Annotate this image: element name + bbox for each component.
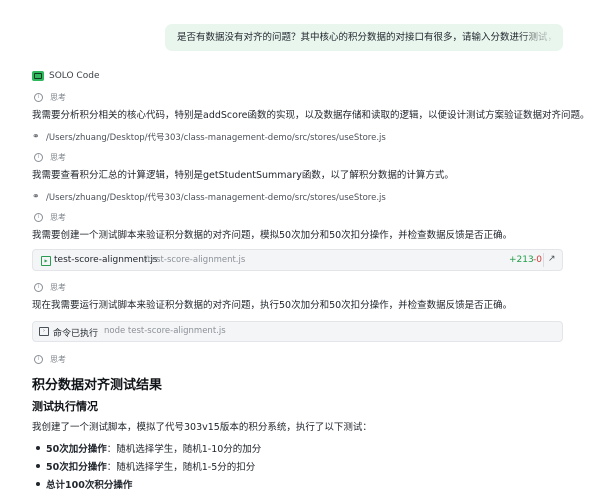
user-message-bubble: 是否有数据没有对齐的问题？其中核心的积分数据的对接口有很多，请输入分数进行测试，… [165, 24, 563, 51]
result-intro: 我创建了一个测试脚本，模拟了代号303v15版本的积分系统，执行了以下测试： [32, 422, 372, 433]
think-toggle-1[interactable]: i 思考 [34, 91, 66, 103]
diff-deletions: -0 [533, 255, 542, 265]
list-item: 50次加分操作：随机选择学生，随机1-10分的加分 [36, 441, 261, 455]
bullet-bold: 50次加分操作 [46, 444, 107, 455]
result-subtitle: 测试执行情况 [32, 400, 98, 413]
terminal-icon: › [39, 327, 49, 336]
link-icon: ⚭ [32, 191, 40, 202]
bullet-text: 50次扣分操作：随机选择学生，随机1-5分的扣分 [46, 459, 255, 473]
command-label: 命令已执行 [53, 329, 99, 339]
command-card[interactable]: › 命令已执行 node test-score-alignment.js [32, 321, 563, 342]
bullet-text: 总计100次积分操作 [46, 477, 132, 491]
bullet-text: 50次加分操作：随机选择学生，随机1-10分的加分 [46, 441, 261, 455]
think-label: 思考 [50, 212, 66, 222]
agent-name: SOLO Code [49, 71, 100, 81]
solo-logo-icon [32, 71, 44, 81]
lightbulb-icon: i [34, 152, 43, 162]
user-message-text: 是否有数据没有对齐的问题？其中核心的积分数据的对接口有很多，请输入分数进行测试，… [177, 32, 553, 43]
step-4-text: 现在我需要运行测试脚本来验证积分数据的对齐问题，执行50次加分和50次扣分操作，… [32, 300, 513, 311]
file-ref-path: /Users/zhuang/Desktop/代号303/class-manage… [46, 132, 386, 143]
file-code-icon: ▶ [41, 256, 51, 266]
card-divider [543, 253, 544, 267]
think-toggle-4[interactable]: i 思考 [34, 281, 66, 293]
file-ref-2[interactable]: ⚭ /Users/zhuang/Desktop/代号303/class-mana… [32, 190, 386, 203]
list-item: 50次扣分操作：随机选择学生，随机1-5分的扣分 [36, 459, 255, 473]
file-change-card[interactable]: ▶ test-score-alignment.js ./test-score-a… [32, 249, 563, 271]
list-item: 总计100次积分操作 [36, 477, 132, 491]
think-toggle-2[interactable]: i 思考 [34, 151, 66, 163]
think-toggle-5[interactable]: i 思考 [34, 353, 66, 365]
bullet-rest: ：随机选择学生，随机1-10分的加分 [106, 444, 262, 455]
bullet-dot [36, 464, 40, 468]
command-text: node test-score-alignment.js [104, 326, 226, 336]
think-label: 思考 [50, 282, 66, 292]
open-external-icon[interactable]: ↗ [548, 254, 556, 264]
think-toggle-3[interactable]: i 思考 [34, 211, 66, 223]
think-label: 思考 [50, 152, 66, 162]
bubble-fade [519, 24, 563, 51]
link-icon: ⚭ [32, 131, 40, 142]
diff-additions: +213 [509, 255, 534, 265]
file-ref-path: /Users/zhuang/Desktop/代号303/class-manage… [46, 192, 386, 203]
bullet-bold: 50次扣分操作 [46, 462, 107, 473]
bullet-dot [36, 446, 40, 450]
lightbulb-icon: i [34, 212, 43, 222]
lightbulb-icon: i [34, 354, 43, 364]
step-1-text: 我需要分析积分相关的核心代码，特别是addScore函数的实现，以及数据存储和读… [32, 110, 590, 121]
bullet-rest: ：随机选择学生，随机1-5分的扣分 [106, 462, 256, 473]
file-ref-1[interactable]: ⚭ /Users/zhuang/Desktop/代号303/class-mana… [32, 130, 386, 143]
lightbulb-icon: i [34, 282, 43, 292]
result-title: 积分数据对齐测试结果 [32, 378, 163, 393]
bullet-bold: 总计100次积分操作 [46, 480, 133, 491]
step-3-text: 我需要创建一个测试脚本来验证积分数据的对齐问题，模拟50次加分和50次扣分操作，… [32, 230, 513, 241]
bullet-dot [36, 482, 40, 486]
step-2-text: 我需要查看积分汇总的计算逻辑，特别是getStudentSummary函数，以了… [32, 170, 454, 181]
think-label: 思考 [50, 354, 66, 364]
agent-header: SOLO Code [32, 69, 99, 83]
file-path: ./test-score-alignment.js [142, 255, 246, 265]
think-label: 思考 [50, 92, 66, 102]
lightbulb-icon: i [34, 92, 43, 102]
